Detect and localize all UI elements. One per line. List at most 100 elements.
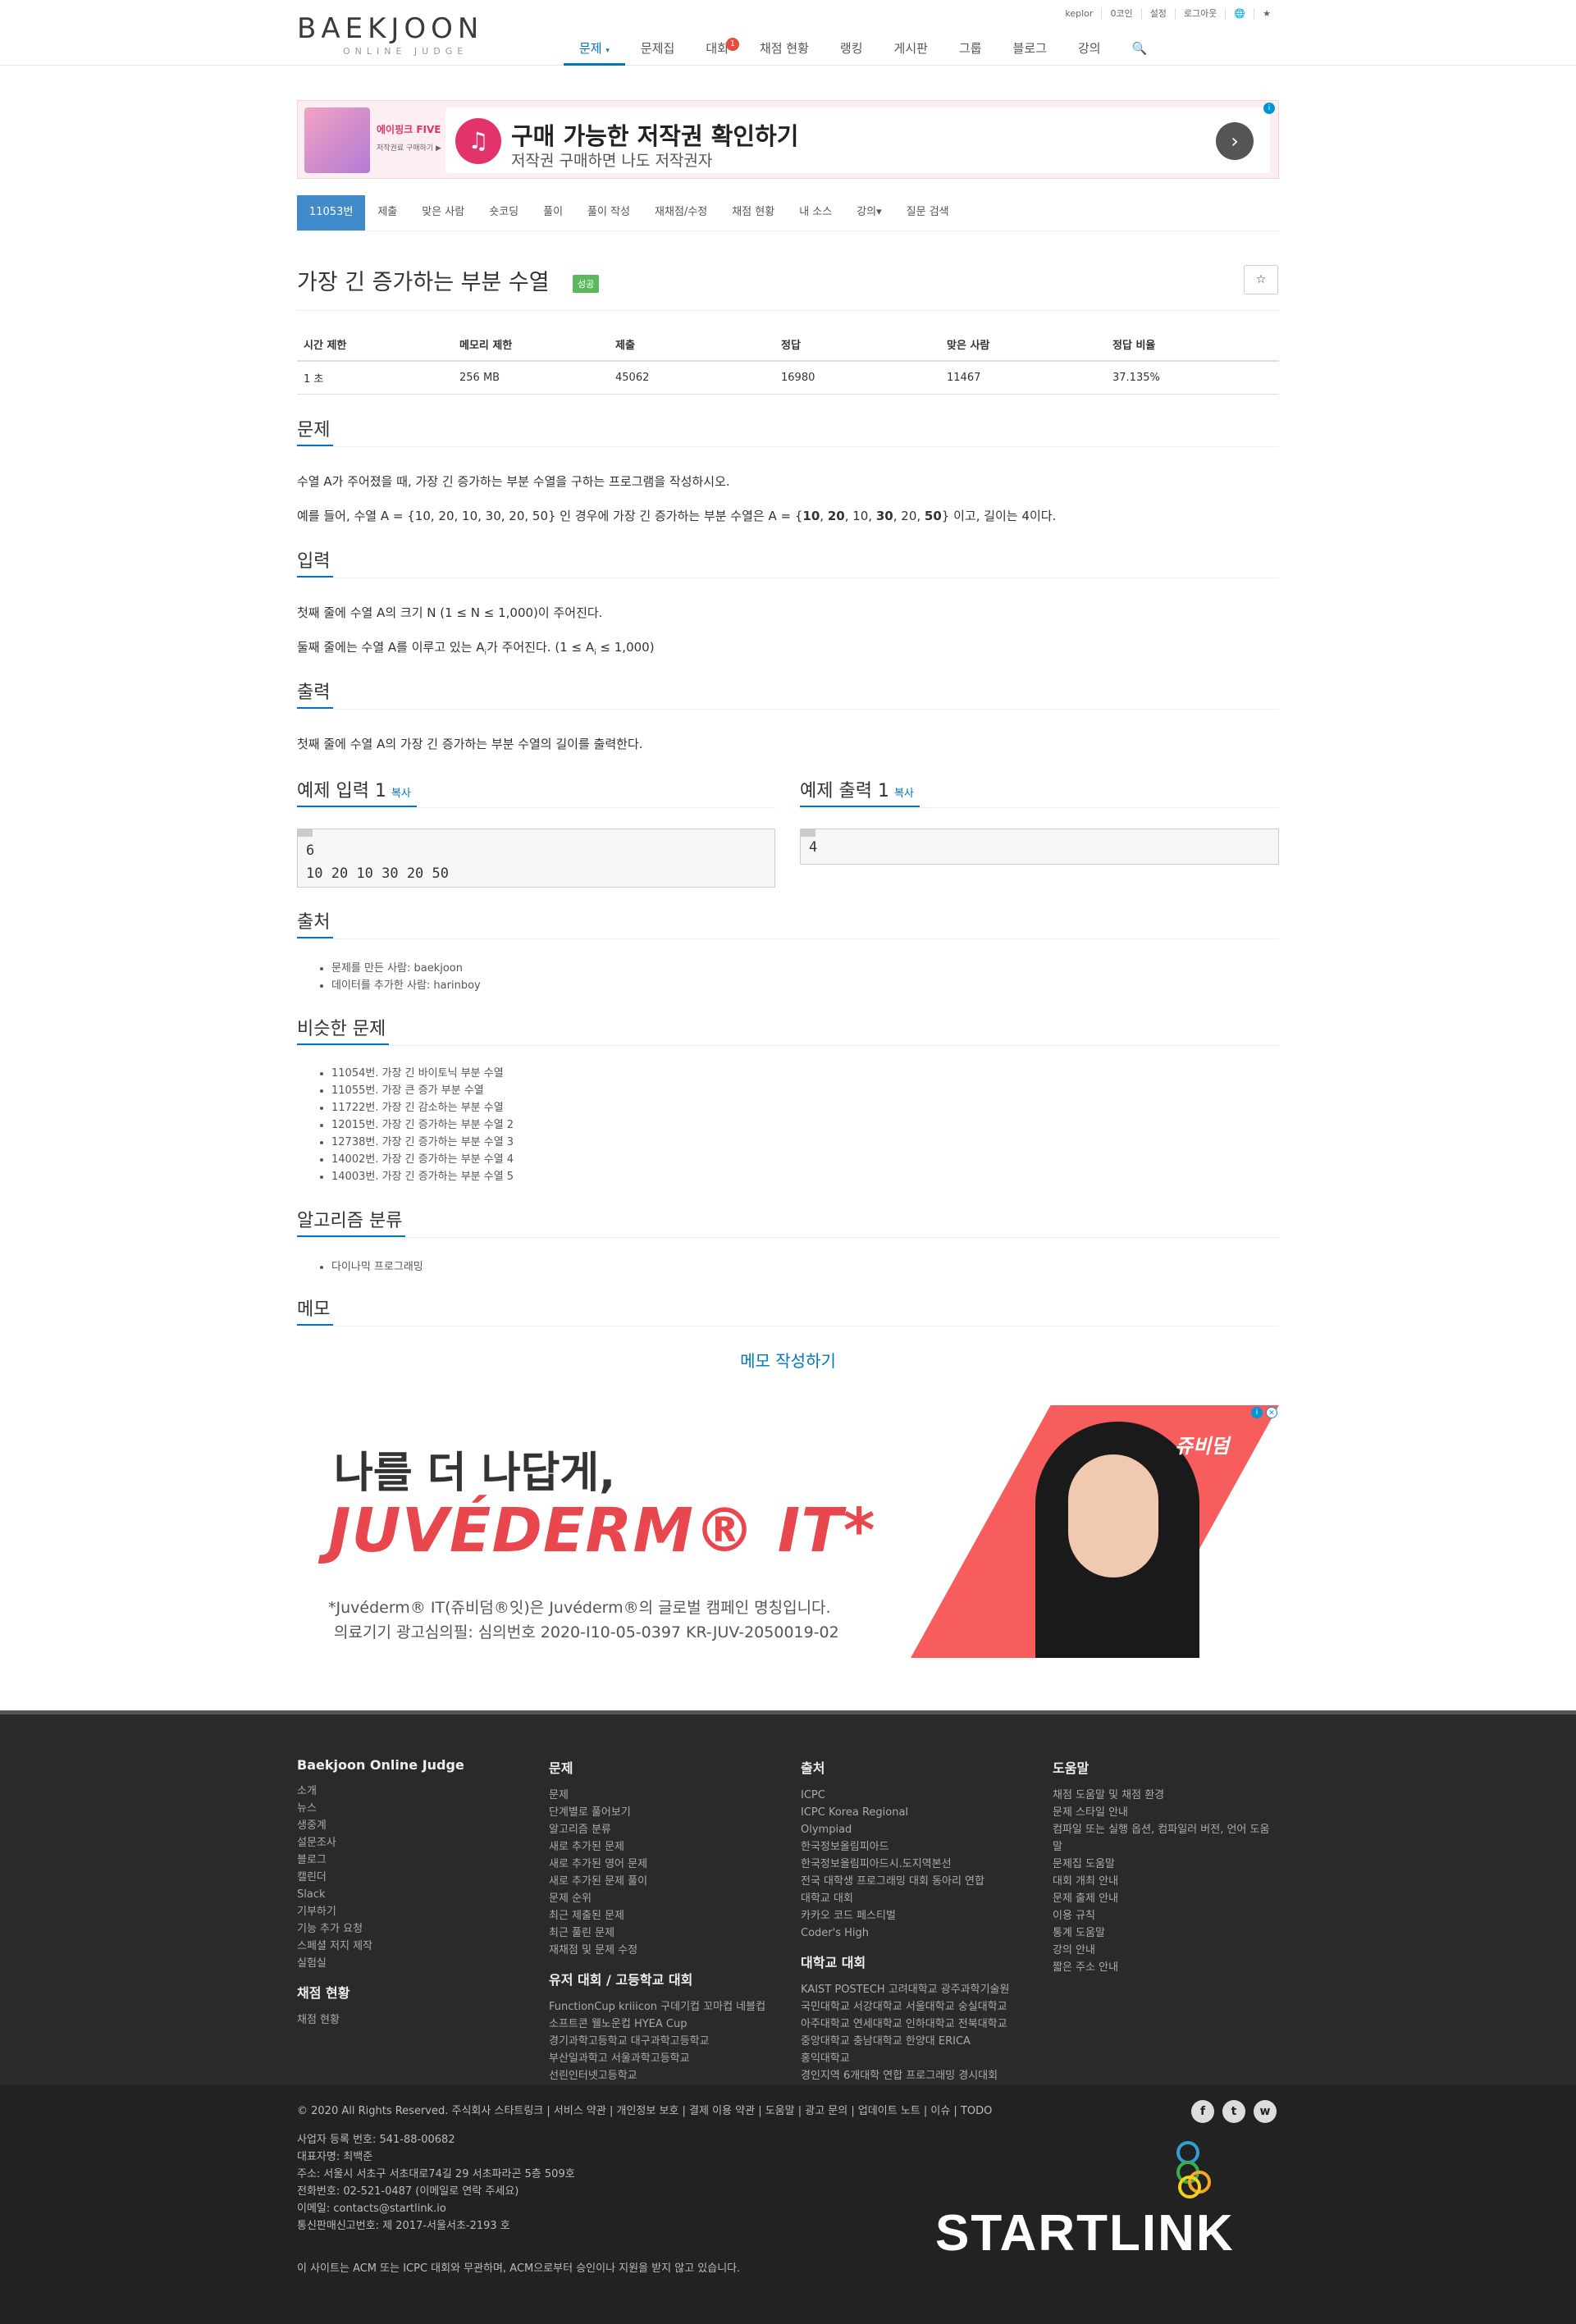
menu-status[interactable]: 채점 현황	[719, 195, 787, 231]
footer-link[interactable]: 블로그	[297, 1851, 464, 1869]
footer-link[interactable]: KAIST POSTECH 고려대학교 광주과학기술원	[801, 1981, 1009, 1998]
footer-link[interactable]: 통계 도움말	[1053, 1924, 1269, 1942]
star-icon[interactable]: ★	[1254, 8, 1279, 20]
list-item[interactable]: 12738번. 가장 긴 증가하는 부분 수열 3	[331, 1134, 514, 1151]
nav-status[interactable]: 채점 현황	[744, 38, 825, 66]
menu-write-solution[interactable]: 풀이 작성	[575, 195, 642, 231]
menu-solutions[interactable]: 풀이	[531, 195, 575, 231]
top-advertisement[interactable]: 에이핑크 FIVE 저작권료 구매하기 ▶ ♫ 구매 가능한 저작권 확인하기 …	[297, 100, 1279, 179]
footer-link[interactable]: 문제 출제 안내	[1053, 1890, 1269, 1907]
footer-link[interactable]: 국민대학교 서강대학교 서울대학교 숭실대학교	[801, 1998, 1009, 2016]
bottom-advertisement[interactable]: 나를 더 나답게, JUVÉDERM® IT* *Juvéderm® IT(쥬비…	[297, 1405, 1279, 1658]
wordpress-icon[interactable]: w	[1254, 2100, 1277, 2123]
footer-link[interactable]: ICPC	[801, 1787, 1009, 1804]
nav-problemsets[interactable]: 문제집	[625, 38, 690, 66]
list-item[interactable]: 데이터를 추가한 사람: harinboy	[331, 977, 481, 994]
footer-link[interactable]: 새로 추가된 영어 문제	[549, 1856, 765, 1873]
footer-link[interactable]: 설문조사	[297, 1834, 464, 1851]
footer-link[interactable]: 선린인터넷고등학교	[549, 2067, 765, 2084]
startlink-logo[interactable]: STARTLINK	[935, 2204, 1235, 2262]
footer-link[interactable]: FunctionCup kriiicon 구데기컵 꼬마컵 네블컵	[549, 1998, 765, 2016]
footer-link[interactable]: 짧은 주소 안내	[1053, 1959, 1269, 1976]
footer-link[interactable]: 소개	[297, 1783, 464, 1800]
settings-link[interactable]: 설정	[1140, 8, 1175, 20]
globe-icon[interactable]: 🌐	[1225, 8, 1254, 20]
ad-info-icon[interactable]: i	[1263, 103, 1275, 114]
footer-link[interactable]: 캘린더	[297, 1869, 464, 1886]
list-item[interactable]: 다이나믹 프로그래밍	[331, 1258, 423, 1276]
footer-link[interactable]: 대학교 대회	[801, 1890, 1009, 1907]
footer-link[interactable]: 알고리즘 분류	[549, 1821, 765, 1838]
footer-link[interactable]: 문제집 도움말	[1053, 1856, 1269, 1873]
facebook-icon[interactable]: f	[1191, 2100, 1214, 2123]
footer-link[interactable]: 말	[1053, 1838, 1269, 1856]
menu-my-source[interactable]: 내 소스	[787, 195, 844, 231]
logout-link[interactable]: 로그아웃	[1174, 8, 1225, 20]
nav-board[interactable]: 게시판	[879, 38, 943, 66]
footer-link[interactable]: 단계별로 풀어보기	[549, 1804, 765, 1821]
nav-ranking[interactable]: 랭킹	[825, 38, 879, 66]
menu-short-coding[interactable]: 숏코딩	[477, 195, 531, 231]
menu-lectures-dropdown[interactable]: 강의▾	[844, 195, 893, 231]
write-memo-link[interactable]: 메모 작성하기	[0, 1348, 1576, 1372]
footer-link[interactable]: 문제	[549, 1787, 765, 1804]
list-item[interactable]: 11722번. 가장 긴 감소하는 부분 수열	[331, 1099, 514, 1116]
footer-link[interactable]: 홍익대학교	[801, 2050, 1009, 2067]
sample-output-box[interactable]: 4	[800, 829, 1279, 865]
menu-rejudge[interactable]: 재채점/수정	[642, 195, 719, 231]
footer-link[interactable]: 이용 규칙	[1053, 1907, 1269, 1924]
footer-link[interactable]: 뉴스	[297, 1800, 464, 1817]
footer-link[interactable]: 아주대학교 연세대학교 인하대학교 전북대학교	[801, 2016, 1009, 2033]
footer-link[interactable]: ICPC Korea Regional	[801, 1804, 1009, 1821]
menu-solved-users[interactable]: 맞은 사람	[409, 195, 477, 231]
footer-link[interactable]: 중앙대학교 충남대학교 한양대 ERICA	[801, 2033, 1009, 2050]
list-item[interactable]: 11055번. 가장 큰 증가 부분 수열	[331, 1082, 514, 1099]
coin-link[interactable]: 0코인	[1101, 8, 1140, 20]
footer-link[interactable]: 생중계	[297, 1817, 464, 1834]
list-item[interactable]: 14002번. 가장 긴 증가하는 부분 수열 4	[331, 1151, 514, 1168]
menu-problem-number[interactable]: 11053번	[297, 195, 366, 231]
footer-link[interactable]: 스페셜 저지 제작	[297, 1938, 464, 1955]
footer-link[interactable]: Slack	[297, 1886, 464, 1903]
footer-link[interactable]: 부산일과학고 서울과학고등학교	[549, 2050, 765, 2067]
nav-groups[interactable]: 그룹	[943, 38, 998, 66]
nav-contests[interactable]: 대회 1	[690, 38, 744, 66]
footer-link[interactable]: 전국 대학생 프로그래밍 대회 동아리 연합	[801, 1873, 1009, 1890]
footer-link[interactable]: 기능 추가 요청	[297, 1920, 464, 1938]
copy-sample-input-button[interactable]: 복사	[391, 788, 411, 800]
list-item[interactable]: 11054번. 가장 긴 바이토닉 부분 수열	[331, 1065, 514, 1082]
footer-link[interactable]: 경기과학고등학교 대구과학고등학교	[549, 2033, 765, 2050]
menu-question-search[interactable]: 질문 검색	[894, 195, 962, 231]
footer-link[interactable]: Olympiad	[801, 1821, 1009, 1838]
menu-submit[interactable]: 제출	[365, 195, 409, 231]
footer-link[interactable]: 새로 추가된 문제	[549, 1838, 765, 1856]
footer-legal-links[interactable]: © 2020 All Rights Reserved. 주식회사 스타트링크 |…	[297, 2102, 992, 2117]
footer-link[interactable]: 소프트콘 웰노운컵 HYEA Cup	[549, 2016, 765, 2033]
footer-link[interactable]: 기부하기	[297, 1903, 464, 1920]
footer-link[interactable]: 최근 제출된 문제	[549, 1907, 765, 1924]
nav-blog[interactable]: 블로그	[998, 38, 1062, 66]
list-item[interactable]: 14003번. 가장 긴 증가하는 부분 수열 5	[331, 1168, 514, 1185]
nav-problems[interactable]: 문제 ▾	[564, 38, 625, 66]
list-item[interactable]: 문제를 만든 사람: baekjoon	[331, 960, 481, 977]
twitter-icon[interactable]: t	[1222, 2100, 1245, 2123]
footer-link[interactable]: 채점 도움말 및 채점 환경	[1053, 1787, 1269, 1804]
footer-link[interactable]: 경인지역 6개대학 연합 프로그래밍 경시대회	[801, 2067, 1009, 2084]
footer-link[interactable]: 한국정보올림피아드	[801, 1838, 1009, 1856]
search-icon[interactable]: 🔍	[1117, 38, 1163, 66]
footer-link[interactable]: 강의 안내	[1053, 1942, 1269, 1959]
footer-link[interactable]: 최근 풀린 문제	[549, 1924, 765, 1942]
chevron-right-icon[interactable]: ›	[1216, 122, 1254, 160]
username-link[interactable]: keplor	[1057, 8, 1101, 20]
copy-sample-output-button[interactable]: 복사	[894, 788, 914, 800]
close-icon[interactable]: ✕	[1266, 1407, 1277, 1418]
footer-link[interactable]: 실험실	[297, 1955, 464, 1972]
footer-link[interactable]: Coder's High	[801, 1924, 1009, 1942]
favorite-button[interactable]: ☆	[1244, 265, 1278, 294]
sample-input-box[interactable]: 6 10 20 10 30 20 50	[297, 829, 775, 888]
site-logo[interactable]: BAEKJOON ONLINE JUDGE	[297, 15, 514, 57]
footer-link[interactable]: 카카오 코드 페스티벌	[801, 1907, 1009, 1924]
footer-link[interactable]: 새로 추가된 문제 풀이	[549, 1873, 765, 1890]
ad-info-icon[interactable]: i	[1251, 1407, 1263, 1418]
footer-link[interactable]: 채점 현황	[297, 2011, 464, 2029]
